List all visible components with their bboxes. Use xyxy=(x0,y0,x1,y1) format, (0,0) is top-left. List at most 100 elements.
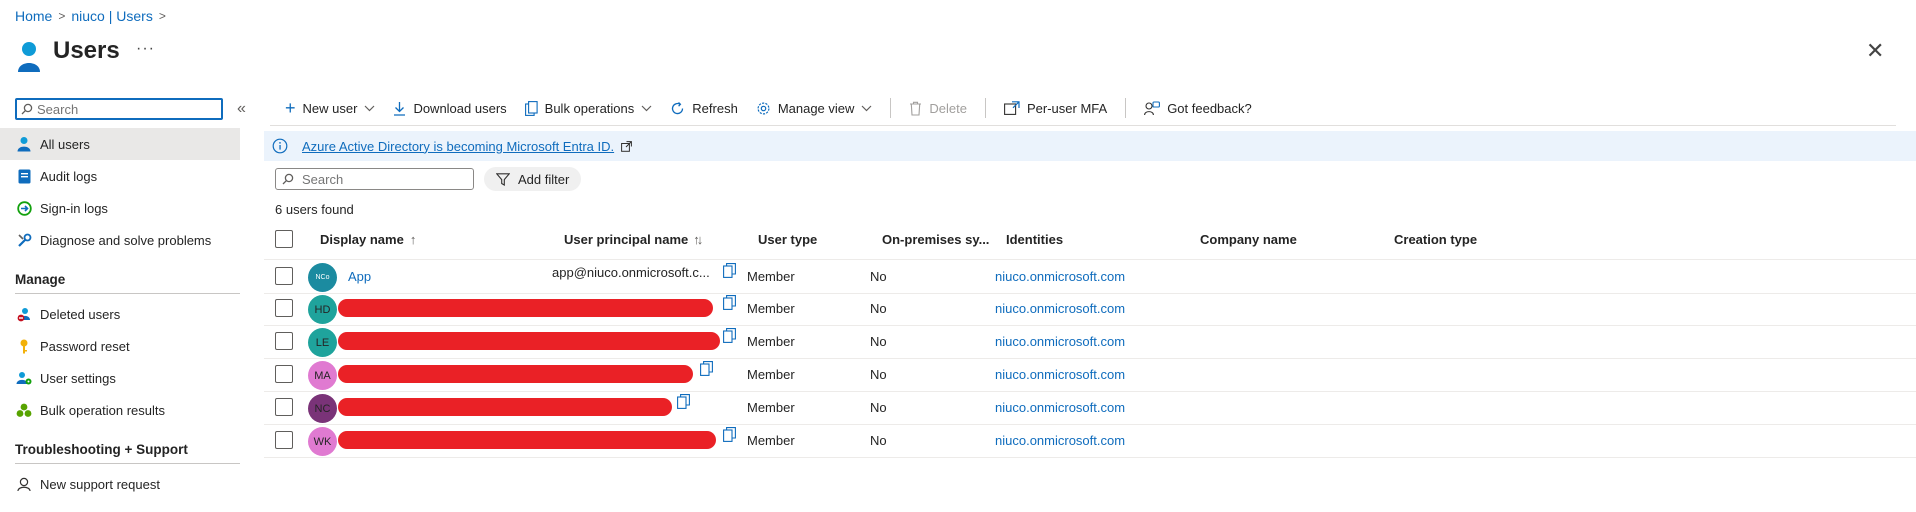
identities-link[interactable]: niuco.onmicrosoft.com xyxy=(995,391,1125,424)
user-search-input[interactable] xyxy=(300,170,464,188)
row-checkbox[interactable] xyxy=(275,332,293,350)
row-checkbox[interactable] xyxy=(275,398,293,416)
copy-icon[interactable] xyxy=(723,328,736,343)
column-header-display-name[interactable]: Display name ↑ xyxy=(320,222,416,256)
new-user-button[interactable]: + New user xyxy=(285,98,375,119)
plus-icon: + xyxy=(285,97,296,118)
column-header-user-type[interactable]: User type xyxy=(758,222,817,256)
sidebar: « All users Audit logs Sign-in logs Diag… xyxy=(0,92,246,512)
row-checkbox[interactable] xyxy=(275,267,293,285)
search-icon xyxy=(21,103,33,115)
add-filter-button[interactable]: Add filter xyxy=(484,167,582,191)
row-checkbox[interactable] xyxy=(275,431,293,449)
user-icon xyxy=(14,136,34,152)
toolbar-divider xyxy=(1125,98,1127,118)
identities-link[interactable]: niuco.onmicrosoft.com xyxy=(995,358,1125,391)
redaction-mark xyxy=(338,431,716,449)
info-banner: Azure Active Directory is becoming Micro… xyxy=(264,131,1916,161)
copy-icon[interactable] xyxy=(700,361,713,376)
select-all-checkbox[interactable] xyxy=(275,230,293,248)
identities-link[interactable]: niuco.onmicrosoft.com xyxy=(995,260,1125,293)
collapse-sidebar-icon[interactable]: « xyxy=(237,100,246,118)
identities-link[interactable]: niuco.onmicrosoft.com xyxy=(995,292,1125,325)
sidebar-item-sign-in-logs[interactable]: Sign-in logs xyxy=(0,192,240,224)
sidebar-item-password-reset[interactable]: Password reset xyxy=(0,330,240,362)
sidebar-item-audit-logs[interactable]: Audit logs xyxy=(0,160,240,192)
audit-log-icon xyxy=(14,169,34,184)
download-users-label: Download users xyxy=(413,100,507,116)
sidebar-item-new-support-request[interactable]: New support request xyxy=(0,468,240,500)
sidebar-item-diagnose[interactable]: Diagnose and solve problems xyxy=(0,224,240,256)
redaction-mark xyxy=(338,398,672,416)
breadcrumb-tenant[interactable]: niuco | Users xyxy=(71,8,152,24)
manage-view-button[interactable]: Manage view xyxy=(756,101,873,116)
user-type: Member xyxy=(747,367,795,382)
sidebar-item-bulk-results[interactable]: Bulk operation results xyxy=(0,394,240,426)
feedback-icon xyxy=(1144,100,1161,115)
close-icon[interactable]: ✕ xyxy=(1866,38,1884,64)
sidebar-item-user-settings[interactable]: User settings xyxy=(0,362,240,394)
display-name-link[interactable]: App xyxy=(348,260,371,293)
on-premises-sync: No xyxy=(870,301,887,316)
feedback-button[interactable]: Got feedback? xyxy=(1144,101,1252,116)
refresh-label: Refresh xyxy=(692,100,738,116)
entra-id-link[interactable]: Azure Active Directory is becoming Micro… xyxy=(302,139,614,154)
open-external-icon[interactable] xyxy=(621,140,633,152)
results-count: 6 users found xyxy=(275,202,354,217)
toolbar-divider xyxy=(985,98,986,118)
identities-link[interactable]: niuco.onmicrosoft.com xyxy=(995,424,1125,457)
more-options-icon[interactable]: ··· xyxy=(136,40,155,58)
bulk-operations-icon xyxy=(524,100,538,116)
sidebar-item-label: Bulk operation results xyxy=(40,402,166,418)
download-users-button[interactable]: Download users xyxy=(393,100,507,116)
copy-icon[interactable] xyxy=(723,295,736,310)
column-header-company-name[interactable]: Company name xyxy=(1200,222,1297,256)
copy-icon[interactable] xyxy=(677,394,690,409)
bulk-operations-label: Bulk operations xyxy=(544,100,635,116)
delete-label: Delete xyxy=(929,100,967,116)
table-row[interactable]: HD Member No niuco.onmicrosoft.com xyxy=(264,292,1916,326)
refresh-icon xyxy=(672,101,684,114)
row-checkbox[interactable] xyxy=(275,299,293,317)
table-row[interactable]: NC Member No niuco.onmicrosoft.com xyxy=(264,391,1916,425)
table-row[interactable]: MA Member No niuco.onmicrosoft.com xyxy=(264,358,1916,392)
row-checkbox[interactable] xyxy=(275,365,293,383)
avatar: LE xyxy=(308,328,337,357)
breadcrumb-home[interactable]: Home xyxy=(15,8,52,24)
copy-icon[interactable] xyxy=(723,263,736,278)
sidebar-item-all-users[interactable]: All users xyxy=(0,128,240,160)
sidebar-item-deleted-users[interactable]: Deleted users xyxy=(0,298,240,330)
info-icon xyxy=(272,138,288,154)
column-header-on-premises[interactable]: On-premises sy... xyxy=(882,222,989,256)
redaction-mark xyxy=(338,365,693,383)
wrench-icon xyxy=(14,233,34,248)
column-header-upn[interactable]: User principal name ↑↓ xyxy=(564,222,703,256)
on-premises-sync: No xyxy=(870,367,887,382)
column-header-identities[interactable]: Identities xyxy=(1006,222,1063,256)
column-header-creation-type[interactable]: Creation type xyxy=(1394,222,1477,256)
table-row[interactable]: WK Member No niuco.onmicrosoft.com xyxy=(264,424,1916,458)
user-settings-icon xyxy=(14,371,34,386)
download-icon xyxy=(394,101,406,116)
sidebar-item-label: Sign-in logs xyxy=(40,200,108,216)
gear-icon xyxy=(757,101,770,115)
bulk-operations-button[interactable]: Bulk operations xyxy=(524,100,653,116)
refresh-button[interactable]: Refresh xyxy=(670,101,738,116)
add-filter-label: Add filter xyxy=(518,171,570,187)
table-row[interactable]: NCo App app@niuco.onmicrosoft.c... Member No… xyxy=(264,259,1916,294)
chevron-down-icon xyxy=(365,105,375,111)
per-user-mfa-button[interactable]: Per-user MFA xyxy=(1004,101,1107,116)
table-row[interactable]: LE Member No niuco.onmicrosoft.com xyxy=(264,325,1916,359)
per-user-mfa-label: Per-user MFA xyxy=(1027,100,1108,116)
user-principal-name: app@niuco.onmicrosoft.c... xyxy=(552,265,710,280)
on-premises-sync: No xyxy=(870,269,887,284)
identities-link[interactable]: niuco.onmicrosoft.com xyxy=(995,325,1125,358)
user-type: Member xyxy=(747,269,795,284)
copy-icon[interactable] xyxy=(723,427,736,442)
delete-button[interactable]: Delete xyxy=(909,101,967,116)
sidebar-search-input[interactable] xyxy=(33,101,207,117)
sidebar-search-box[interactable] xyxy=(15,98,223,120)
sidebar-item-label: New support request xyxy=(40,476,160,492)
user-search-box[interactable] xyxy=(275,168,474,190)
sign-in-icon xyxy=(14,200,34,216)
